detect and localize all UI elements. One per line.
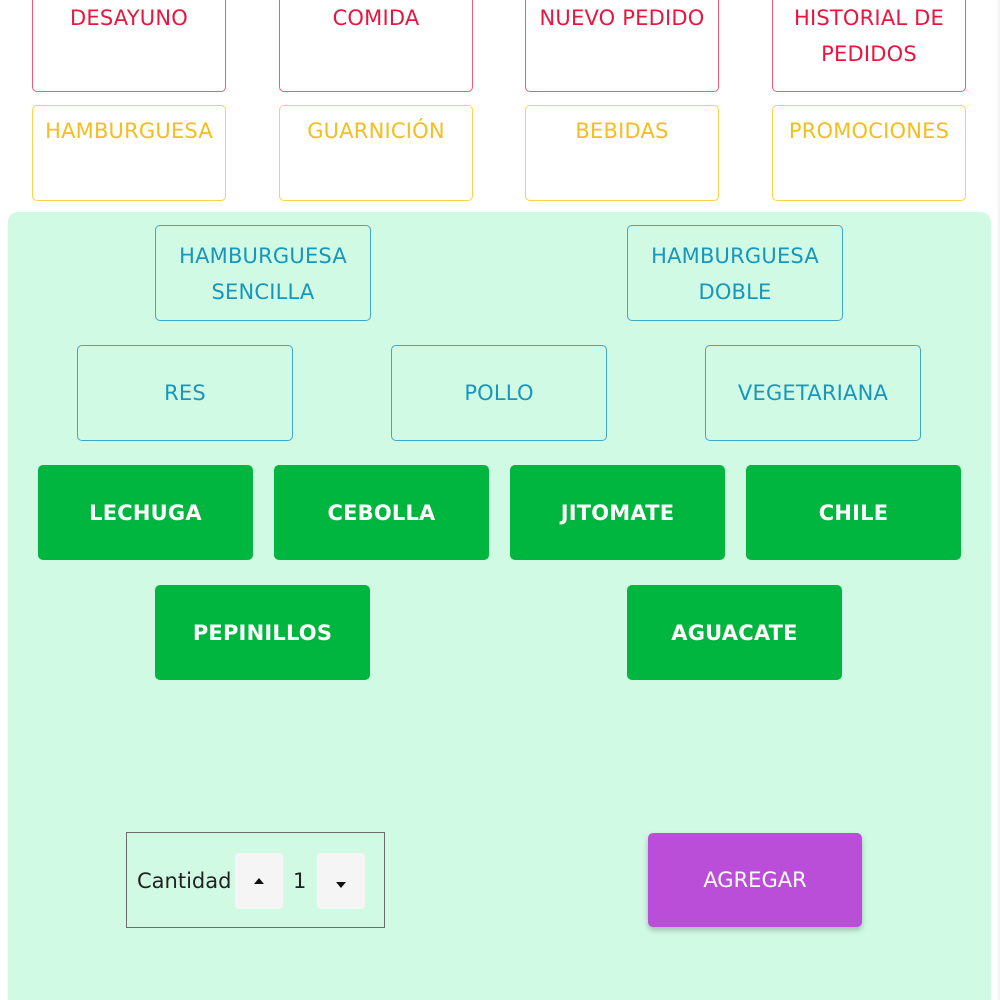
ingredient-chile-button[interactable]: CHILE — [746, 465, 961, 560]
ingredient-lechuga-button[interactable]: LECHUGA — [38, 465, 253, 560]
protein-res-button[interactable]: RES — [77, 345, 293, 441]
caret-up-icon — [254, 878, 264, 884]
menu-historial-label-line1: HISTORIAL DE — [793, 6, 945, 30]
ingredient-cebolla-label: CEBOLLA — [327, 500, 436, 525]
add-button[interactable]: AGREGAR — [648, 833, 862, 927]
menu-bebidas-button[interactable]: BEBIDAS — [525, 105, 719, 201]
add-button-label: AGREGAR — [703, 868, 807, 892]
menu-nuevo-pedido-button[interactable]: NUEVO PEDIDO — [525, 0, 719, 92]
ingredient-aguacate-label: AGUACATE — [671, 620, 798, 645]
ingredient-cebolla-button[interactable]: CEBOLLA — [274, 465, 489, 560]
burger-sencilla-label-line1: HAMBURGUESA — [179, 244, 347, 268]
menu-hamburguesa-button[interactable]: HAMBURGUESA — [32, 105, 226, 201]
quantity-stepper: Cantidad 1 — [126, 832, 385, 928]
menu-desayuno-label: DESAYUNO — [70, 6, 188, 30]
quantity-value: 1 — [293, 869, 307, 893]
protein-pollo-label: POLLO — [464, 381, 534, 405]
ingredient-jitomate-label: JITOMATE — [560, 500, 675, 525]
quantity-label: Cantidad — [137, 869, 232, 893]
page: DESAYUNO COMIDA NUEVO PEDIDO HISTORIAL D… — [0, 0, 1000, 1000]
burger-doble-label-line2: DOBLE — [698, 280, 772, 304]
menu-historial-label-line2: PEDIDOS — [821, 42, 917, 66]
menu-bebidas-label: BEBIDAS — [575, 119, 669, 143]
menu-guarnicion-button[interactable]: GUARNICIÓN — [279, 105, 473, 201]
menu-promociones-label: PROMOCIONES — [788, 119, 950, 143]
caret-down-icon — [336, 882, 346, 888]
ingredient-lechuga-label: LECHUGA — [89, 500, 202, 525]
ingredient-aguacate-button[interactable]: AGUACATE — [627, 585, 842, 680]
menu-nuevo-pedido-label: NUEVO PEDIDO — [539, 6, 705, 30]
menu-guarnicion-label: GUARNICIÓN — [307, 119, 445, 143]
menu-comida-label: COMIDA — [332, 6, 420, 30]
protein-vegetariana-button[interactable]: VEGETARIANA — [705, 345, 921, 441]
ingredient-pepinillos-label: PEPINILLOS — [192, 620, 333, 645]
protein-pollo-button[interactable]: POLLO — [391, 345, 607, 441]
menu-historial-pedidos-button[interactable]: HISTORIAL DE PEDIDOS — [772, 0, 966, 92]
menu-promociones-button[interactable]: PROMOCIONES — [772, 105, 966, 201]
menu-desayuno-button[interactable]: DESAYUNO — [32, 0, 226, 92]
burger-doble-button[interactable]: HAMBURGUESA DOBLE — [627, 225, 843, 321]
burger-sencilla-label-line2: SENCILLA — [211, 280, 315, 304]
protein-res-label: RES — [164, 381, 206, 405]
menu-comida-button[interactable]: COMIDA — [279, 0, 473, 92]
ingredient-chile-label: CHILE — [818, 500, 889, 525]
quantity-decrement-button[interactable] — [317, 853, 365, 909]
ingredient-jitomate-button[interactable]: JITOMATE — [510, 465, 725, 560]
quantity-increment-button[interactable] — [235, 853, 283, 909]
protein-vegetariana-label: VEGETARIANA — [737, 381, 889, 405]
burger-sencilla-button[interactable]: HAMBURGUESA SENCILLA — [155, 225, 371, 321]
scrollbar-track — [996, 0, 1000, 1000]
burger-doble-label-line1: HAMBURGUESA — [651, 244, 819, 268]
ingredient-pepinillos-button[interactable]: PEPINILLOS — [155, 585, 370, 680]
menu-hamburguesa-label: HAMBURGUESA — [45, 119, 213, 143]
